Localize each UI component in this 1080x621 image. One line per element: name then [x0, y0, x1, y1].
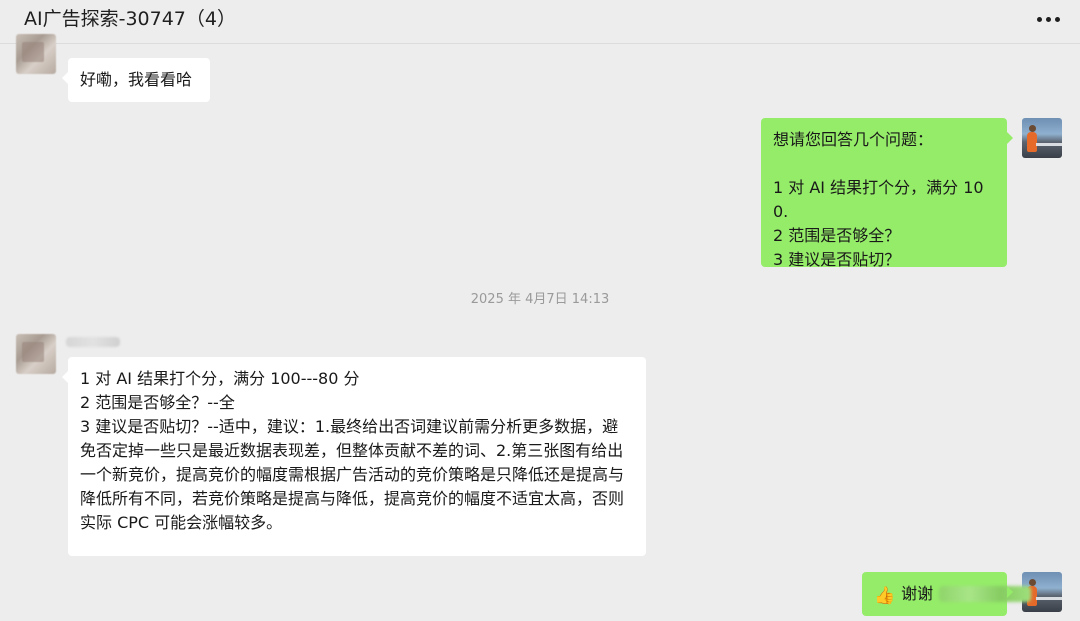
- more-icon[interactable]: [1034, 8, 1062, 30]
- message-bubble-sent[interactable]: 👍 谢谢: [862, 572, 1032, 616]
- contact-avatar[interactable]: [16, 34, 56, 74]
- contact-avatar[interactable]: [16, 334, 56, 374]
- blurred-name: [939, 586, 1032, 602]
- chat-window: AI广告探索-30747（4） 好嘞，我看看哈 想请您回答几个问题： 1 对 A…: [0, 0, 1080, 621]
- message-bubble-received[interactable]: 1 对 AI 结果打个分，满分 100---80 分 2 范围是否够全？--全 …: [62, 357, 646, 556]
- self-avatar[interactable]: [1022, 118, 1062, 158]
- more-dot: [1036, 16, 1042, 22]
- timestamp: 2025 年 4月7日 14:13: [470, 292, 610, 307]
- avatar-detail: [1036, 597, 1062, 600]
- avatar-detail: [1036, 143, 1062, 146]
- sender-name-blurred: [66, 337, 120, 347]
- more-dot: [1054, 16, 1060, 22]
- chat-title: AI广告探索-30747（4）: [24, 8, 236, 30]
- message-bubble-received[interactable]: 好嘞，我看看哈: [62, 58, 210, 102]
- message-text: 谢谢: [901, 584, 934, 603]
- avatar-figure: [1027, 125, 1037, 152]
- thumbs-up-icon: 👍: [874, 586, 896, 606]
- more-dot: [1045, 16, 1051, 22]
- title-bar: AI广告探索-30747（4）: [0, 0, 1080, 44]
- message-bubble-sent[interactable]: 想请您回答几个问题： 1 对 AI 结果打个分，满分 100. 2 范围是否够全…: [761, 118, 1013, 269]
